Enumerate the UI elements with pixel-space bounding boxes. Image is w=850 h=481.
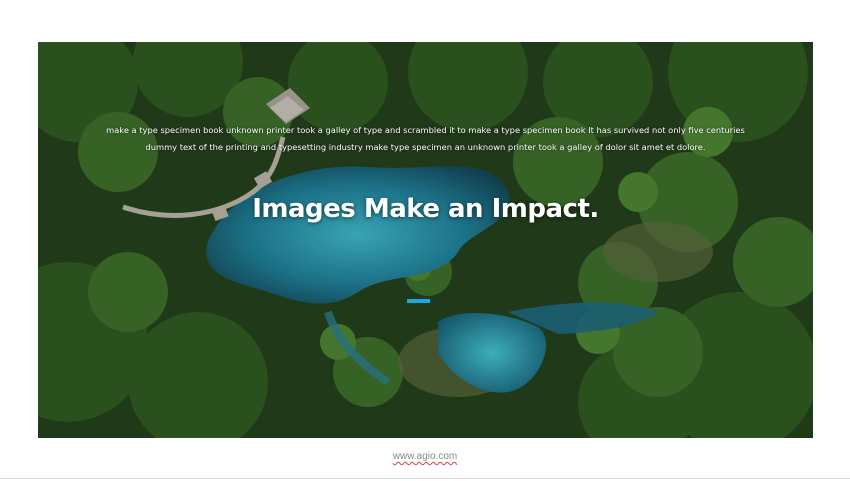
slide-indicator[interactable] <box>407 299 430 303</box>
hero-intro-text: make a type specimen book unknown printe… <box>38 122 813 156</box>
page-divider <box>0 478 850 479</box>
footer: www.agio.com <box>0 451 850 462</box>
intro-line-1: make a type specimen book unknown printe… <box>106 125 745 135</box>
website-link[interactable]: www.agio.com <box>393 451 457 462</box>
intro-line-2: dummy text of the printing and typesetti… <box>145 142 706 152</box>
hero-banner: make a type specimen book unknown printe… <box>38 42 813 438</box>
hero-overlay <box>38 42 813 438</box>
hero-headline: Images Make an Impact. <box>252 194 599 224</box>
